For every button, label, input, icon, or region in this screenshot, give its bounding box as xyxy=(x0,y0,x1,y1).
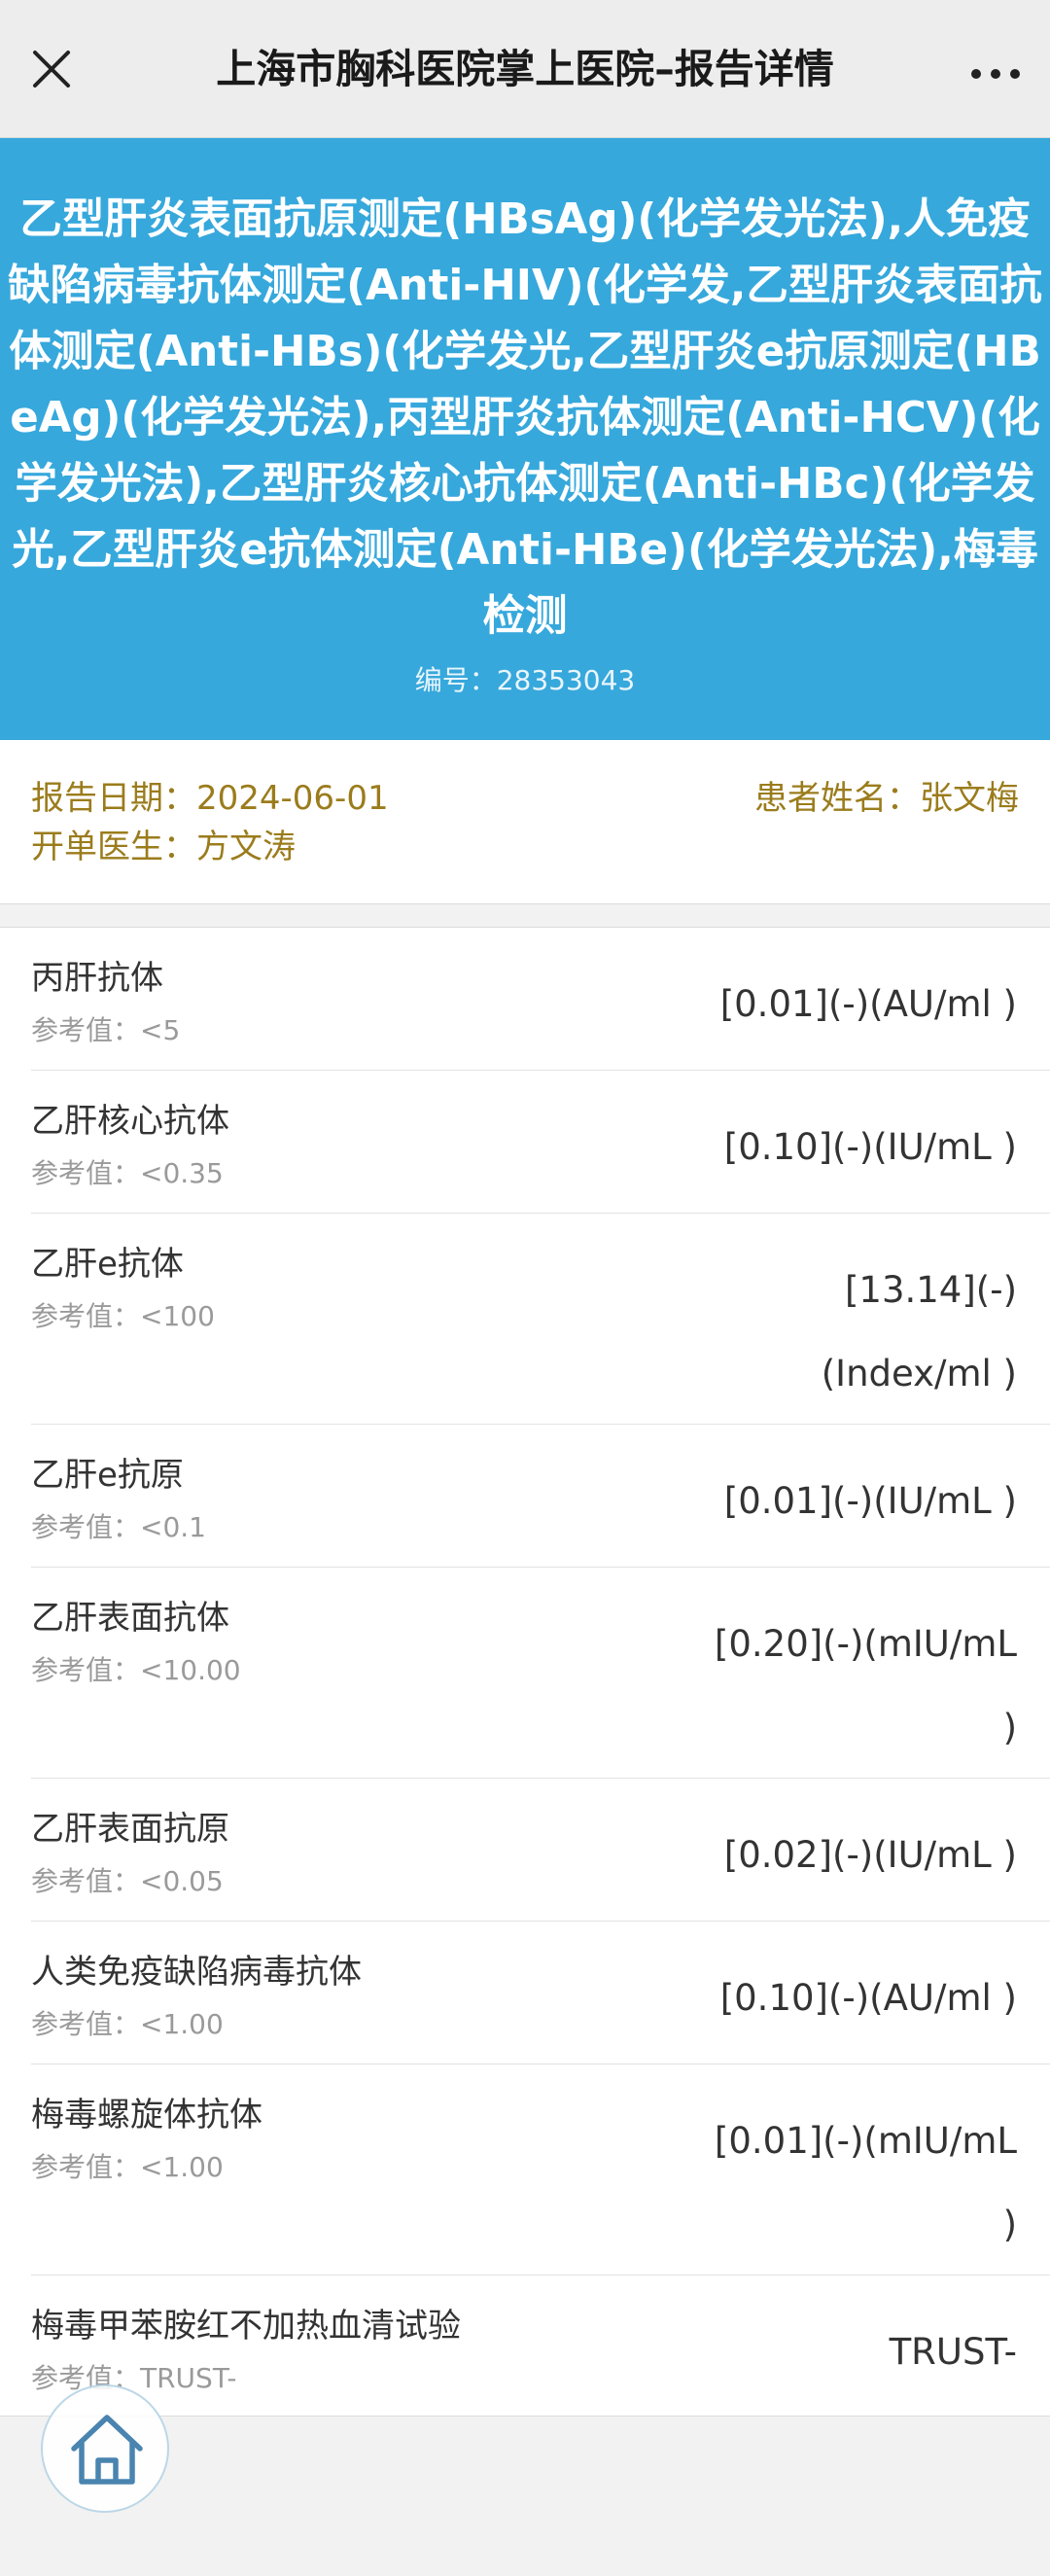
result-row: 乙肝核心抗体 参考值：<0.35 [0.10](-)(IU/mL ) xyxy=(0,1071,1050,1214)
result-name: 丙肝抗体 xyxy=(31,959,163,998)
result-row: 人类免疫缺陷病毒抗体 参考值：<1.00 [0.10](-)(AU/ml ) xyxy=(0,1922,1050,2064)
result-reference: 参考值：<100 xyxy=(31,1300,215,1332)
result-value: TRUST- xyxy=(889,2331,1017,2373)
result-reference: 参考值：<0.1 xyxy=(31,1511,206,1543)
close-icon xyxy=(33,51,70,88)
result-name: 乙肝核心抗体 xyxy=(31,1102,229,1141)
result-name: 梅毒甲苯胺红不加热血清试验 xyxy=(31,2307,461,2346)
report-date: 报告日期：2024-06-01 xyxy=(31,779,389,818)
report-info: 报告日期：2024-06-01 患者姓名：张文梅 开单医生：方文涛 xyxy=(0,740,1050,904)
result-reference: 参考值：<10.00 xyxy=(31,1654,241,1686)
report-code: 编号：28353043 xyxy=(414,664,636,696)
result-reference: 参考值：<1.00 xyxy=(31,2008,224,2040)
result-name: 乙肝表面抗原 xyxy=(31,1810,229,1849)
report-banner: 乙型肝炎表面抗原测定(HBsAg)(化学发光法),人免疫缺陷病毒抗体测定(Ant… xyxy=(0,138,1050,740)
result-value: [0.01](-)(AU/ml ) xyxy=(719,983,1017,1025)
result-value: [0.10](-)(IU/mL ) xyxy=(723,1126,1017,1168)
result-value: [0.10](-)(AU/ml ) xyxy=(719,1977,1017,2019)
result-row: 乙肝表面抗体 参考值：<10.00 [0.20](-)(mIU/mL ) xyxy=(0,1568,1050,1779)
result-reference: 参考值：<5 xyxy=(31,1014,181,1046)
result-row: 乙肝e抗原 参考值：<0.1 [0.01](-)(IU/mL ) xyxy=(0,1425,1050,1568)
home-icon xyxy=(71,2415,143,2485)
result-value: [0.01](-)(mIU/mL ) xyxy=(714,2120,1017,2245)
home-button[interactable] xyxy=(41,2384,169,2513)
result-reference: 参考值：<1.00 xyxy=(31,2151,224,2183)
result-reference: 参考值：<0.05 xyxy=(31,1865,224,1897)
result-value: [0.01](-)(IU/mL ) xyxy=(723,1480,1017,1522)
result-name: 梅毒螺旋体抗体 xyxy=(31,2096,262,2135)
more-dots-icon xyxy=(971,69,1020,79)
result-value: [0.20](-)(mIU/mL ) xyxy=(714,1623,1017,1748)
close-button[interactable] xyxy=(27,45,76,93)
result-value: [0.02](-)(IU/mL ) xyxy=(723,1834,1017,1876)
page-title: 上海市胸科医院掌上医院–报告详情 xyxy=(216,46,834,92)
result-row: 梅毒甲苯胺红不加热血清试验 参考值：TRUST- TRUST- xyxy=(0,2276,1050,2416)
result-reference: 参考值：<0.35 xyxy=(31,1157,224,1189)
nav-bar: 上海市胸科医院掌上医院–报告详情 xyxy=(0,0,1050,138)
results-list: 丙肝抗体 参考值：<5 [0.01](-)(AU/ml ) 乙肝核心抗体 参考值… xyxy=(0,927,1050,2417)
result-value: [13.14](-)(Index/ml ) xyxy=(821,1269,1017,1394)
result-name: 乙肝e抗体 xyxy=(31,1245,184,1284)
result-row: 乙肝表面抗原 参考值：<0.05 [0.02](-)(IU/mL ) xyxy=(0,1779,1050,1922)
more-button[interactable] xyxy=(966,49,1025,88)
ordering-doctor: 开单医生：方文涛 xyxy=(31,828,296,866)
report-title: 乙型肝炎表面抗原测定(HBsAg)(化学发光法),人免疫缺陷病毒抗体测定(Ant… xyxy=(8,195,1042,641)
result-name: 人类免疫缺陷病毒抗体 xyxy=(31,1953,362,1992)
result-row: 丙肝抗体 参考值：<5 [0.01](-)(AU/ml ) xyxy=(0,928,1050,1071)
result-name: 乙肝表面抗体 xyxy=(31,1599,229,1638)
result-name: 乙肝e抗原 xyxy=(31,1456,184,1495)
result-row: 梅毒螺旋体抗体 参考值：<1.00 [0.01](-)(mIU/mL ) xyxy=(0,2064,1050,2276)
patient-name: 患者姓名：张文梅 xyxy=(754,779,1019,818)
result-row: 乙肝e抗体 参考值：<100 [13.14](-)(Index/ml ) xyxy=(0,1214,1050,1425)
